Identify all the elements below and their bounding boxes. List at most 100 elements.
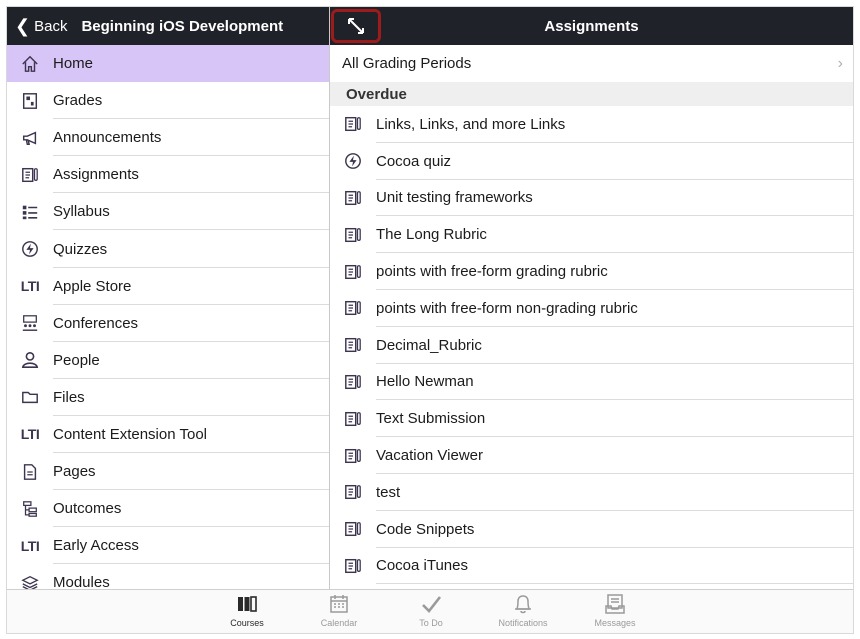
section-header-overdue: Overdue xyxy=(330,82,853,106)
tab-messages[interactable]: Messages xyxy=(580,593,650,628)
list-item-label: Vacation Viewer xyxy=(376,447,484,465)
folder-icon xyxy=(7,388,53,406)
home-icon xyxy=(7,55,53,73)
page-icon xyxy=(7,463,53,481)
lti-text: LTI xyxy=(20,278,40,295)
sidebar-item-content-extension-tool[interactable]: LTI Content Extension Tool xyxy=(7,416,329,454)
list-item[interactable]: Decimal_Rubric xyxy=(330,327,853,364)
list-item-label: Links, Links, and more Links xyxy=(376,115,566,133)
assignments-list: All Grading Periods › Overdue Links, Lin… xyxy=(330,45,853,591)
list-item-label: Code Snippets xyxy=(376,520,475,538)
sidebar-item-syllabus[interactable]: Syllabus xyxy=(7,193,329,231)
courses-icon xyxy=(238,596,257,612)
sidebar-item-pages[interactable]: Pages xyxy=(7,453,329,491)
tab-courses[interactable]: Courses xyxy=(212,593,282,628)
sidebar-item-people[interactable]: People xyxy=(7,342,329,379)
sidebar-item-label: Assignments xyxy=(53,166,139,184)
sidebar-item-label: Home xyxy=(53,55,94,73)
assignment-icon xyxy=(330,115,376,133)
conferences-icon xyxy=(7,314,53,332)
expand-icon xyxy=(348,18,364,34)
lti-text: LTI xyxy=(20,537,40,554)
assignment-icon xyxy=(330,299,376,317)
sidebar-item-apple-store[interactable]: LTI Apple Store xyxy=(7,268,329,305)
assignment-icon xyxy=(330,520,376,538)
list-item-label: points with free-form non-grading rubric xyxy=(376,299,638,317)
expand-button[interactable] xyxy=(331,9,381,43)
sidebar-nav-bar: ❮ Back Beginning iOS Development xyxy=(7,7,329,45)
assignment-icon xyxy=(330,557,376,575)
list-item-label: Cocoa quiz xyxy=(376,152,452,170)
sidebar-item-label: Files xyxy=(53,388,85,406)
list-item[interactable]: test xyxy=(330,474,853,511)
sidebar-item-label: Pages xyxy=(53,463,96,481)
chevron-left-icon: ❮ xyxy=(15,16,31,36)
sidebar-item-quizzes[interactable]: Quizzes xyxy=(7,230,329,268)
sidebar-item-announcements[interactable]: Announcements xyxy=(7,119,329,157)
assignment-icon xyxy=(330,373,376,391)
course-title: Beginning iOS Development xyxy=(81,17,284,35)
lti-icon: LTI xyxy=(7,426,53,442)
sidebar-item-files[interactable]: Files xyxy=(7,379,329,417)
assignment-icon xyxy=(7,166,53,184)
assignment-icon xyxy=(330,447,376,465)
lti-icon: LTI xyxy=(7,538,53,554)
calendar-icon xyxy=(330,595,348,613)
assignment-icon xyxy=(330,189,376,207)
sidebar-item-modules[interactable]: Modules xyxy=(7,564,329,591)
list-item[interactable]: points with free-form grading rubric xyxy=(330,253,853,290)
sidebar-item-label: Announcements xyxy=(53,129,162,147)
lti-text: LTI xyxy=(20,426,40,443)
sidebar-item-label: Outcomes xyxy=(53,500,122,518)
list-item[interactable]: The Long Rubric xyxy=(330,216,853,253)
tab-label: Calendar xyxy=(320,618,358,628)
list-item[interactable]: Cocoa iTunes xyxy=(330,548,853,585)
grading-period-selector[interactable]: All Grading Periods › xyxy=(330,45,853,82)
list-item[interactable]: Hello Newman xyxy=(330,364,853,401)
sidebar-item-early-access[interactable]: LTI Early Access xyxy=(7,527,329,565)
list-item[interactable]: Links, Links, and more Links xyxy=(330,106,853,143)
assignment-icon xyxy=(330,410,376,428)
tab-bar: Courses Calendar To Do Notifications Mes… xyxy=(7,589,853,633)
course-nav-list: Home Grades Announcements Assignments Sy… xyxy=(7,45,329,591)
sidebar-item-home[interactable]: Home xyxy=(7,45,329,83)
detail-nav-bar: Assignments xyxy=(330,7,853,45)
sidebar-item-assignments[interactable]: Assignments xyxy=(7,156,329,194)
sidebar-item-conferences[interactable]: Conferences xyxy=(7,305,329,342)
back-button[interactable]: ❮ Back xyxy=(7,17,67,35)
tab-notifications[interactable]: Notifications xyxy=(488,593,558,628)
lti-icon: LTI xyxy=(7,278,53,294)
tab-label: Messages xyxy=(594,618,636,628)
grading-period-label: All Grading Periods xyxy=(342,55,472,72)
list-item-label: Text Submission xyxy=(376,410,486,428)
list-item-label: test xyxy=(376,483,401,501)
page-title: Assignments xyxy=(544,17,639,35)
tab-label: Courses xyxy=(230,618,264,628)
list-item[interactable]: Text Submission xyxy=(330,400,853,437)
sidebar-item-outcomes[interactable]: Outcomes xyxy=(7,490,329,528)
list-item[interactable]: Unit testing frameworks xyxy=(330,180,853,217)
tab-calendar[interactable]: Calendar xyxy=(304,593,374,628)
list-item[interactable]: Vacation Viewer xyxy=(330,437,853,474)
list-item-label: Unit testing frameworks xyxy=(376,189,533,207)
list-item-label: points with free-form grading rubric xyxy=(376,263,608,281)
syllabus-icon xyxy=(7,203,53,221)
list-item[interactable]: Cocoa quiz xyxy=(330,143,853,180)
quiz-icon xyxy=(7,240,53,258)
back-label: Back xyxy=(34,17,68,35)
sidebar-item-label: Syllabus xyxy=(53,203,110,221)
sidebar-item-grades[interactable]: Grades xyxy=(7,82,329,120)
list-item[interactable]: points with free-form non-grading rubric xyxy=(330,290,853,327)
list-item-label: Hello Newman xyxy=(376,373,474,391)
sidebar-item-label: Quizzes xyxy=(53,240,108,258)
tab-label: Notifications xyxy=(498,618,548,628)
sidebar-item-label: People xyxy=(53,351,100,369)
assignment-icon xyxy=(330,226,376,244)
bell-icon xyxy=(515,595,531,614)
tab-todo[interactable]: To Do xyxy=(396,593,466,628)
sidebar-item-label: Conferences xyxy=(53,314,139,332)
app-window: ❮ Back Beginning iOS Development Assignm… xyxy=(6,6,854,634)
inbox-icon xyxy=(605,594,625,614)
list-item[interactable]: Code Snippets xyxy=(330,511,853,548)
assignment-icon xyxy=(330,263,376,281)
